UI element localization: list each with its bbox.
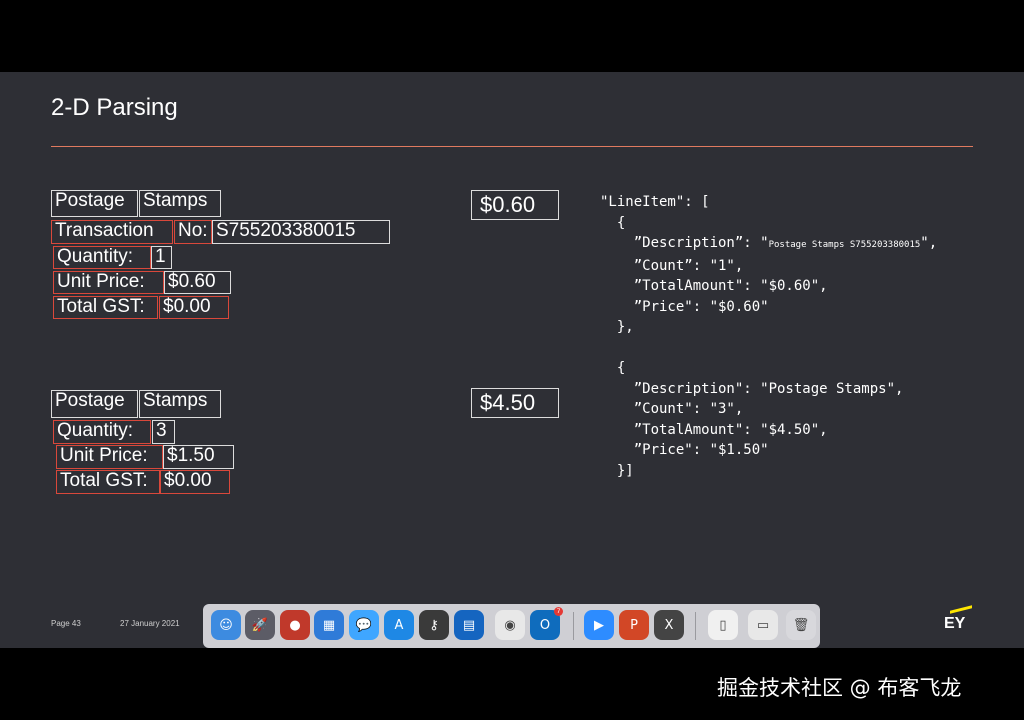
xquartz-icon[interactable]: X xyxy=(654,610,684,640)
json-line: ”Description": "Postage Stamps", xyxy=(600,380,904,397)
screenshot-icon[interactable]: ▭ xyxy=(748,610,778,640)
token-postage-2: Postage xyxy=(51,390,138,418)
trash-icon[interactable]: 🗑 xyxy=(786,610,816,640)
slide-title: 2-D Parsing xyxy=(51,94,178,121)
json-line: ”Price": "$1.50" xyxy=(600,442,769,458)
token-stamps-1: Stamps xyxy=(139,190,221,217)
watermark: 掘金技术社区 @ 布客飞龙 xyxy=(717,676,962,700)
amount-box-1: $0.60 xyxy=(471,190,559,220)
json-line: "LineItem": [ xyxy=(600,194,710,210)
dock: ☺ 🚀 ● ▦ 💬 A ⚷ ▤ ◉ O 7 ▶ P X ▯ ▭ 🗑 xyxy=(203,604,820,648)
amount-box-2: $4.50 xyxy=(471,388,559,418)
token-unit-price-label-1: Unit Price: xyxy=(53,271,164,294)
token-unit-price-value-1: $0.60 xyxy=(164,271,231,294)
json-output: "LineItem": [ { ”Description”: "Postage … xyxy=(600,192,937,481)
token-quantity-label-1: Quantity: xyxy=(53,246,151,269)
messages-icon[interactable]: 💬 xyxy=(349,610,379,640)
page-number: Page 43 xyxy=(51,619,81,628)
json-line: ”Description”: " xyxy=(600,235,769,251)
launchpad-icon[interactable]: 🚀 xyxy=(245,610,275,640)
token-quantity-value-2: 3 xyxy=(152,420,175,444)
json-line: { xyxy=(600,214,626,231)
dock-separator xyxy=(573,612,574,640)
zoom-icon[interactable]: ▶ xyxy=(584,610,614,640)
json-line: ”Price": "$0.60" xyxy=(600,298,769,315)
app-red-icon[interactable]: ● xyxy=(280,610,310,640)
outlook-badge: 7 xyxy=(554,607,563,616)
document-icon[interactable]: ▯ xyxy=(708,610,738,640)
json-line: ”Count”: "1", xyxy=(600,257,744,274)
json-line: ”TotalAmount": "$4.50", xyxy=(600,421,828,438)
token-unit-price-label-2: Unit Price: xyxy=(56,445,163,469)
token-quantity-value-1: 1 xyxy=(151,246,172,269)
finder-icon[interactable]: ☺ xyxy=(211,610,241,640)
json-line: ", xyxy=(920,235,938,251)
title-divider xyxy=(51,146,973,147)
token-total-gst-value-2: $0.00 xyxy=(160,470,230,494)
token-transaction: Transaction xyxy=(51,220,173,244)
dock-separator xyxy=(695,612,696,640)
token-transaction-number: S755203380015 xyxy=(212,220,390,244)
token-no-label: No: xyxy=(174,220,212,244)
json-line: ”TotalAmount": "$0.60", xyxy=(600,278,828,294)
slide-date: 27 January 2021 xyxy=(120,619,180,628)
ey-logo: EY xyxy=(944,615,966,632)
keychain-icon[interactable]: ⚷ xyxy=(419,610,449,640)
ey-logo-mark xyxy=(950,605,972,614)
json-description-small: Postage Stamps S755203380015 xyxy=(768,240,921,250)
app-blue-icon[interactable]: ▤ xyxy=(454,610,484,640)
powerpoint-icon[interactable]: P xyxy=(619,610,649,640)
app-store-icon[interactable]: A xyxy=(384,610,414,640)
calendar-icon[interactable]: ▦ xyxy=(314,610,344,640)
json-line: ”Count": "3", xyxy=(600,401,744,417)
json-line: }] xyxy=(600,462,634,479)
token-unit-price-value-2: $1.50 xyxy=(163,445,234,469)
token-quantity-label-2: Quantity: xyxy=(53,420,151,444)
token-total-gst-label-2: Total GST: xyxy=(56,470,160,494)
json-line: }, xyxy=(600,319,634,335)
json-line: { xyxy=(600,360,626,376)
token-total-gst-value-1: $0.00 xyxy=(159,296,229,319)
token-stamps-2: Stamps xyxy=(139,390,221,418)
chrome-icon[interactable]: ◉ xyxy=(495,610,525,640)
token-postage-1: Postage xyxy=(51,190,138,217)
token-total-gst-label-1: Total GST: xyxy=(53,296,158,319)
outlook-icon[interactable]: O7 xyxy=(530,607,563,640)
slide: 2-D Parsing Postage Stamps Transaction N… xyxy=(0,72,1024,648)
